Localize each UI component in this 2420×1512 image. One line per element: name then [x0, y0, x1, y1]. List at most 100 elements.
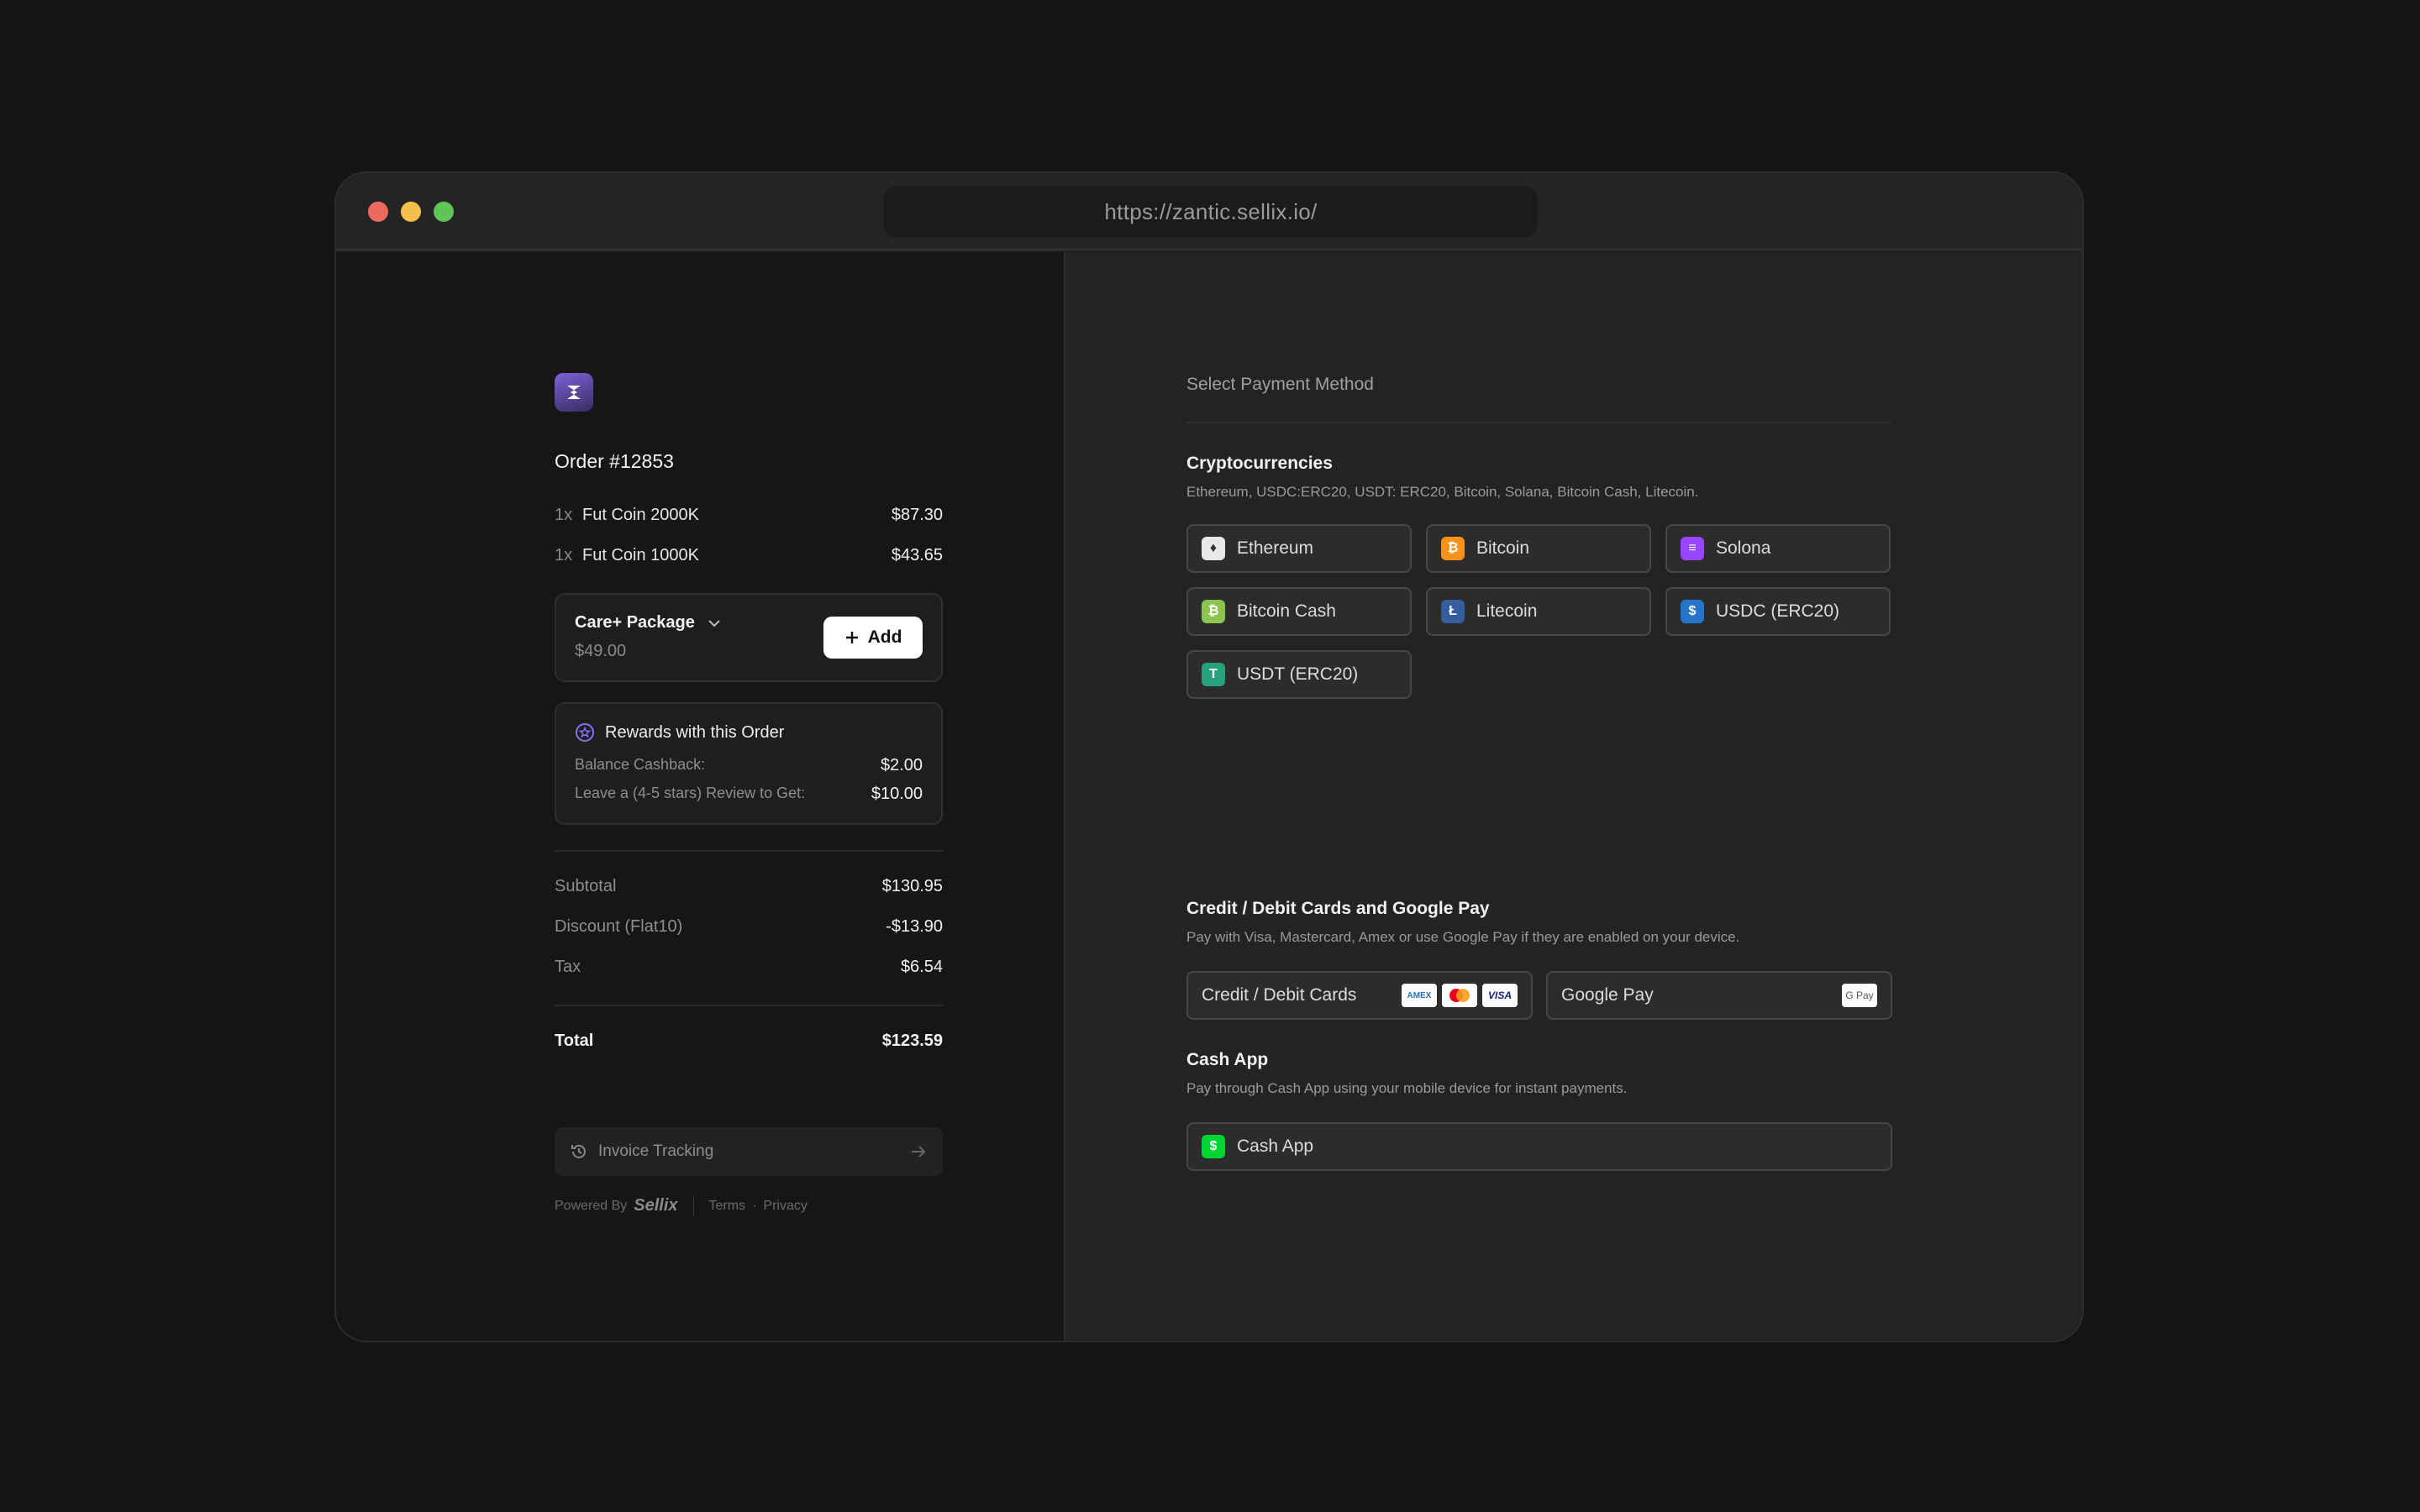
crypto-option-ethereum[interactable]: ♦ Ethereum — [1186, 524, 1412, 573]
cards-section-title: Credit / Debit Cards and Google Pay — [1186, 899, 1490, 918]
crypto-option-bitcoin[interactable]: ₿ Bitcoin — [1426, 524, 1651, 573]
total-label: Total — [555, 1032, 594, 1050]
order-title: Order #12853 — [555, 450, 674, 472]
bitcoin-cash-icon: ₿ — [1202, 600, 1225, 623]
reward-value: $2.00 — [880, 756, 923, 774]
footer: Powered By Sellix Terms · Privacy — [555, 1196, 808, 1215]
litecoin-icon: Ł — [1441, 600, 1465, 623]
summary-row: Tax $6.54 — [555, 958, 943, 977]
privacy-link[interactable]: Privacy — [763, 1199, 807, 1214]
summary-value: $130.95 — [881, 877, 943, 895]
cashapp-label: Cash App — [1237, 1137, 1314, 1156]
crypto-option-bitcoin-cash[interactable]: ₿ Bitcoin Cash — [1186, 587, 1412, 636]
card-payment-label: Credit / Debit Cards — [1202, 985, 1357, 1005]
add-button-label: Add — [867, 627, 902, 647]
usdt-icon: T — [1202, 663, 1225, 686]
google-pay-icon: G Pay — [1842, 984, 1877, 1007]
crypto-option-label: Bitcoin Cash — [1237, 601, 1336, 621]
crypto-option-label: Ethereum — [1237, 538, 1314, 558]
divider — [555, 850, 943, 852]
total-row: Total $123.59 — [555, 1032, 943, 1051]
reward-label: Balance Cashback: — [575, 756, 706, 773]
crypto-option-label: Solona — [1716, 538, 1771, 558]
upsell-card: Care+ Package $49.00 Add — [555, 593, 943, 682]
item-quantity: 1x — [555, 505, 573, 524]
browser-window: https://zantic.sellix.io/ Order #12853 1… — [334, 171, 2084, 1342]
reward-label: Leave a (4-5 stars) Review to Get: — [575, 785, 806, 801]
order-item: 1x Fut Coin 1000K $43.65 — [555, 543, 943, 568]
footer-dot: · — [752, 1198, 757, 1213]
total-value: $123.59 — [881, 1032, 943, 1050]
item-name: Fut Coin 1000K — [582, 545, 699, 564]
crypto-option-solona[interactable]: ≡ Solona — [1665, 524, 1891, 573]
crypto-option-label: Bitcoin — [1476, 538, 1530, 558]
crypto-option-usdt-erc20[interactable]: T USDT (ERC20) — [1186, 650, 1412, 699]
plus-icon — [845, 632, 858, 643]
store-logo — [555, 373, 593, 412]
cashapp-section-desc: Pay through Cash App using your mobile d… — [1186, 1080, 1628, 1096]
crypto-option-label: USDC (ERC20) — [1716, 601, 1840, 621]
divider — [1186, 422, 1891, 423]
crypto-option-usdc-erc20[interactable]: $ USDC (ERC20) — [1665, 587, 1891, 636]
history-icon — [571, 1144, 586, 1158]
sellix-logo[interactable]: Sellix — [634, 1196, 677, 1215]
arrow-right-icon — [912, 1146, 926, 1158]
reward-star-icon — [576, 723, 594, 742]
google-pay-button[interactable]: Google Pay G Pay — [1546, 971, 1892, 1020]
mastercard-icon — [1442, 984, 1477, 1007]
invoice-tracking-label: Invoice Tracking — [598, 1142, 714, 1160]
summary-label: Discount (Flat10) — [555, 917, 683, 936]
crypto-option-label: Litecoin — [1476, 601, 1538, 621]
usdc-icon: $ — [1681, 600, 1704, 623]
visa-icon: VISA — [1482, 984, 1518, 1007]
upsell-title: Care+ Package — [575, 613, 695, 632]
crypto-section-title: Cryptocurrencies — [1186, 454, 1333, 473]
reward-row: Balance Cashback: $2.00 — [575, 756, 923, 775]
reward-row: Leave a (4-5 stars) Review to Get: $10.0… — [575, 785, 923, 804]
summary-value: $6.54 — [900, 958, 943, 976]
powered-by-text: Powered By — [555, 1198, 628, 1213]
divider — [555, 1005, 943, 1006]
cashapp-icon: $ — [1202, 1135, 1225, 1158]
summary-label: Tax — [555, 958, 581, 976]
cards-section-desc: Pay with Visa, Mastercard, Amex or use G… — [1186, 929, 1740, 945]
cashapp-button[interactable]: $ Cash App — [1186, 1122, 1892, 1171]
item-price: $43.65 — [891, 545, 943, 564]
payment-method-title: Select Payment Method — [1186, 375, 1374, 394]
payment-panel: Select Payment Method Cryptocurrencies E… — [1067, 252, 2082, 1341]
chevron-down-icon — [708, 619, 720, 627]
upsell-dropdown[interactable]: Care+ Package — [575, 613, 722, 633]
card-logos: AMEX VISA — [1402, 984, 1518, 1007]
google-pay-label: Google Pay — [1561, 985, 1654, 1005]
cashapp-section-title: Cash App — [1186, 1050, 1269, 1069]
order-panel: Order #12853 1x Fut Coin 2000K $87.30 1x… — [336, 252, 1065, 1341]
close-window-button[interactable] — [368, 202, 388, 222]
crypto-section-desc: Ethereum, USDC:ERC20, USDT: ERC20, Bitco… — [1186, 484, 1699, 500]
maximize-window-button[interactable] — [434, 202, 454, 222]
solana-icon: ≡ — [1681, 537, 1704, 560]
minimize-window-button[interactable] — [401, 202, 421, 222]
logo-icon — [567, 386, 581, 399]
summary-value: -$13.90 — [886, 917, 943, 936]
rewards-card: Rewards with this Order Balance Cashback… — [555, 702, 943, 825]
terms-link[interactable]: Terms — [709, 1199, 746, 1214]
amex-icon: AMEX — [1402, 984, 1437, 1007]
summary-row: Discount (Flat10) -$13.90 — [555, 917, 943, 937]
browser-titlebar: https://zantic.sellix.io/ — [336, 173, 2082, 250]
item-price: $87.30 — [891, 505, 943, 524]
footer-separator — [692, 1196, 694, 1215]
bitcoin-icon: ₿ — [1441, 537, 1465, 560]
add-upsell-button[interactable]: Add — [823, 617, 923, 659]
rewards-header: Rewards with this Order — [575, 722, 784, 743]
card-payment-button[interactable]: Credit / Debit Cards AMEX VISA — [1186, 971, 1533, 1020]
crypto-option-label: USDT (ERC20) — [1237, 664, 1359, 684]
summary-row: Subtotal $130.95 — [555, 877, 943, 896]
item-quantity: 1x — [555, 545, 573, 564]
invoice-tracking-button[interactable]: Invoice Tracking — [555, 1127, 943, 1176]
item-name: Fut Coin 2000K — [582, 505, 699, 524]
upsell-price: $49.00 — [575, 642, 627, 660]
address-bar[interactable]: https://zantic.sellix.io/ — [884, 186, 1538, 237]
crypto-option-litecoin[interactable]: Ł Litecoin — [1426, 587, 1651, 636]
rewards-title: Rewards with this Order — [605, 722, 785, 742]
reward-value: $10.00 — [871, 785, 923, 803]
